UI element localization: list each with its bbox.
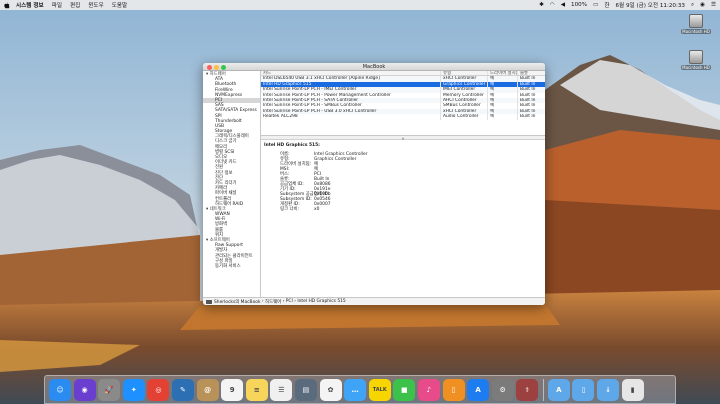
detail-row: 링크 너비: x0 (264, 207, 542, 212)
cell-type: Audio Controller (441, 114, 488, 120)
battery-icon[interactable]: ▭ (593, 2, 598, 8)
reminders-icon[interactable]: ☰ (270, 378, 293, 401)
detail-pane: Intel HD Graphics 515: 이름: Intel Graphics… (261, 140, 545, 297)
apple-menu-icon[interactable] (4, 2, 10, 9)
pci-table: 카드 유형 드라이버 설치됨 슬롯 Intel DSL6540 USB 3.1 … (261, 71, 545, 136)
column-header-type[interactable]: 유형 (441, 71, 488, 76)
keynote-icon[interactable]: ▤ (294, 378, 317, 401)
path-device[interactable]: Intel HD Graphics 515 (297, 299, 345, 304)
minimize-button[interactable] (214, 64, 219, 70)
detail-key: 링크 너비: (280, 207, 300, 212)
system-information-window: MacBook ▾ 하드웨어 ATA Bluetooth FireWire NVMExp… (203, 63, 545, 305)
photos-icon[interactable]: ✿ (319, 378, 342, 401)
app-store-icon[interactable]: A (467, 378, 490, 401)
messages-icon[interactable]: … (344, 378, 367, 401)
launchpad-icon[interactable]: 🚀 (98, 378, 121, 401)
kakaotalk-icon[interactable]: TALK (368, 378, 391, 401)
sidebar-item[interactable]: 동기화 서비스 (203, 264, 260, 269)
path-pci[interactable]: PCI (286, 299, 293, 304)
path-computer[interactable]: Sherlocks의 MacBook (214, 299, 260, 305)
close-button[interactable] (207, 64, 212, 70)
safari-icon[interactable]: ✦ (122, 378, 145, 401)
column-header-card[interactable]: 카드 (261, 71, 441, 76)
input-source-icon[interactable]: 한 (604, 1, 609, 9)
menu-bar: 시스템 정보 파일 편집 윈도우 도움말 ✱ ◠ ◀ 100% ▭ 한 6월 9… (0, 0, 720, 10)
table-row[interactable]: Realtek ALC298 Audio Controller 예 Built In (261, 114, 545, 120)
bluetooth-icon[interactable]: ✱ (539, 2, 544, 8)
detail-title: Intel HD Graphics 515: (264, 143, 320, 148)
disk-label: Macintosh HD (681, 65, 711, 70)
notification-center-icon[interactable]: ☰ (711, 2, 716, 8)
path-hardware[interactable]: 하드웨어 (265, 299, 281, 305)
spotlight-icon[interactable]: ⌕ (691, 2, 694, 9)
dock-separator (542, 378, 544, 401)
cell-slot: Built In (520, 114, 536, 120)
trash-icon[interactable]: ▮ (621, 378, 644, 401)
detail-rows: 이름: Intel Graphics Controller 유형: Graphics … (264, 152, 542, 212)
siri-menu-icon[interactable]: ◉ (700, 2, 705, 8)
dock: ☺ ◉ 🚀 ✦ ◎ ✎ @9 ≡ ☰ ▤ ✿… TALK ■ ♪ ▯ A ⚙ ⚕ A ▯ ↓ ▮ (44, 375, 676, 404)
zoom-button[interactable] (221, 64, 226, 70)
itunes-icon[interactable]: ♪ (417, 378, 440, 401)
battery-percent[interactable]: 100% (571, 2, 587, 8)
column-header-driver[interactable]: 드라이버 설치됨 (488, 71, 518, 76)
window-titlebar[interactable]: MacBook (203, 63, 545, 71)
system-info-icon[interactable]: ⚕ (516, 378, 539, 401)
facetime-icon[interactable]: ■ (393, 378, 416, 401)
photo-app-icon[interactable]: ✎ (171, 378, 194, 401)
calendar-icon[interactable]: 9 (221, 378, 244, 401)
sidebar: ▾ 하드웨어 ATA Bluetooth FireWire NVMExpress PCI S… (203, 71, 261, 297)
cell-driver: 예 (488, 114, 518, 120)
menu-help[interactable]: 도움말 (112, 1, 127, 9)
disk-label: Macintosh HD (681, 29, 711, 34)
chrome-icon[interactable]: ◎ (147, 378, 170, 401)
column-header-slot[interactable]: 슬롯 (518, 71, 545, 75)
menu-app-name[interactable]: 시스템 정보 (16, 1, 44, 9)
contacts-icon[interactable]: @ (196, 378, 219, 401)
documents-folder-icon[interactable]: ▯ (572, 378, 595, 401)
menu-window[interactable]: 윈도우 (88, 1, 103, 9)
menu-edit[interactable]: 편집 (70, 1, 80, 9)
cell-card: Realtek ALC298 (261, 114, 441, 120)
menu-file[interactable]: 파일 (52, 1, 62, 9)
applications-folder-icon[interactable]: A (547, 378, 570, 401)
window-title: MacBook (362, 63, 386, 70)
notes-icon[interactable]: ≡ (245, 378, 268, 401)
desktop-disk[interactable]: Macintosh HD (681, 14, 711, 34)
wifi-icon[interactable]: ◠ (550, 2, 555, 8)
status-area: ✱ ◠ ◀ 100% ▭ 한 6월 9일 (금) 오전 11:20:33 ⌕ ◉… (533, 1, 716, 10)
path-bar: Sherlocks의 MacBook › 하드웨어 › PCI › Intel … (203, 297, 545, 305)
hard-disk-icon (689, 50, 703, 64)
detail-value: x0 (314, 207, 320, 212)
ibooks-icon[interactable]: ▯ (442, 378, 465, 401)
hard-disk-icon (689, 14, 703, 28)
siri-icon[interactable]: ◉ (73, 378, 96, 401)
finder-icon[interactable]: ☺ (49, 378, 71, 401)
system-preferences-icon[interactable]: ⚙ (491, 378, 514, 401)
clock[interactable]: 6월 9일 (금) 오전 11:20:33 (616, 1, 685, 9)
desktop-disk[interactable]: Macintosh HD (681, 50, 711, 70)
detail-value: Graphics Controller (314, 157, 357, 162)
laptop-icon (206, 299, 212, 304)
window-controls (207, 64, 228, 70)
volume-icon[interactable]: ◀ (561, 2, 565, 8)
table-body: Intel DSL6540 USB 3.1 xHCI Controller [A… (261, 76, 545, 120)
downloads-folder-icon[interactable]: ↓ (597, 378, 620, 401)
